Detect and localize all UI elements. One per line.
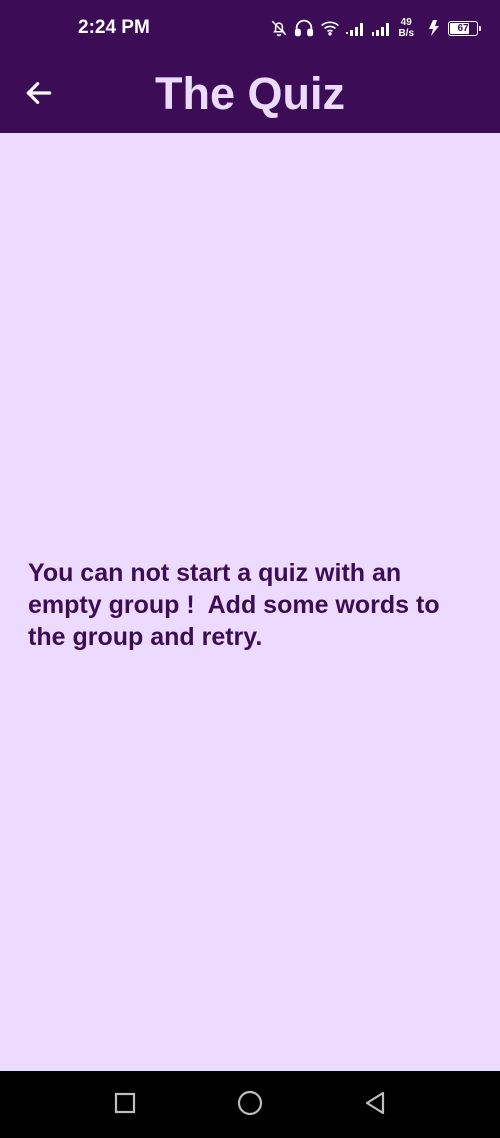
signal-icon xyxy=(346,20,366,36)
page-title: The Quiz xyxy=(155,68,345,119)
home-button[interactable] xyxy=(236,1089,264,1122)
battery-icon: 67 xyxy=(448,20,481,36)
bell-off-icon xyxy=(270,19,288,37)
network-speed-unit: B/s xyxy=(398,28,414,39)
network-speed-value: 49 xyxy=(400,17,412,28)
main-content: You can not start a quiz with an empty g… xyxy=(0,133,500,1071)
recents-square-icon xyxy=(113,1091,137,1120)
wifi-icon xyxy=(320,20,340,36)
navigation-bar xyxy=(0,1071,500,1138)
home-circle-icon xyxy=(236,1089,264,1122)
app-bar: The Quiz xyxy=(0,56,500,133)
network-speed: 49 B/s xyxy=(398,17,414,39)
status-icons: 49 B/s 67 xyxy=(270,14,481,42)
back-triangle-icon xyxy=(362,1090,388,1121)
headphones-icon xyxy=(294,19,314,37)
status-time: 2:24 PM xyxy=(78,17,150,38)
battery-level: 67 xyxy=(457,22,469,34)
recents-button[interactable] xyxy=(111,1091,139,1119)
status-bar: 2:24 PM 49 B/s 67 xyxy=(0,0,500,56)
empty-group-message: You can not start a quiz with an empty g… xyxy=(28,559,447,651)
charging-icon xyxy=(428,20,442,36)
signal-icon xyxy=(372,20,392,36)
system-back-button[interactable] xyxy=(361,1091,389,1119)
